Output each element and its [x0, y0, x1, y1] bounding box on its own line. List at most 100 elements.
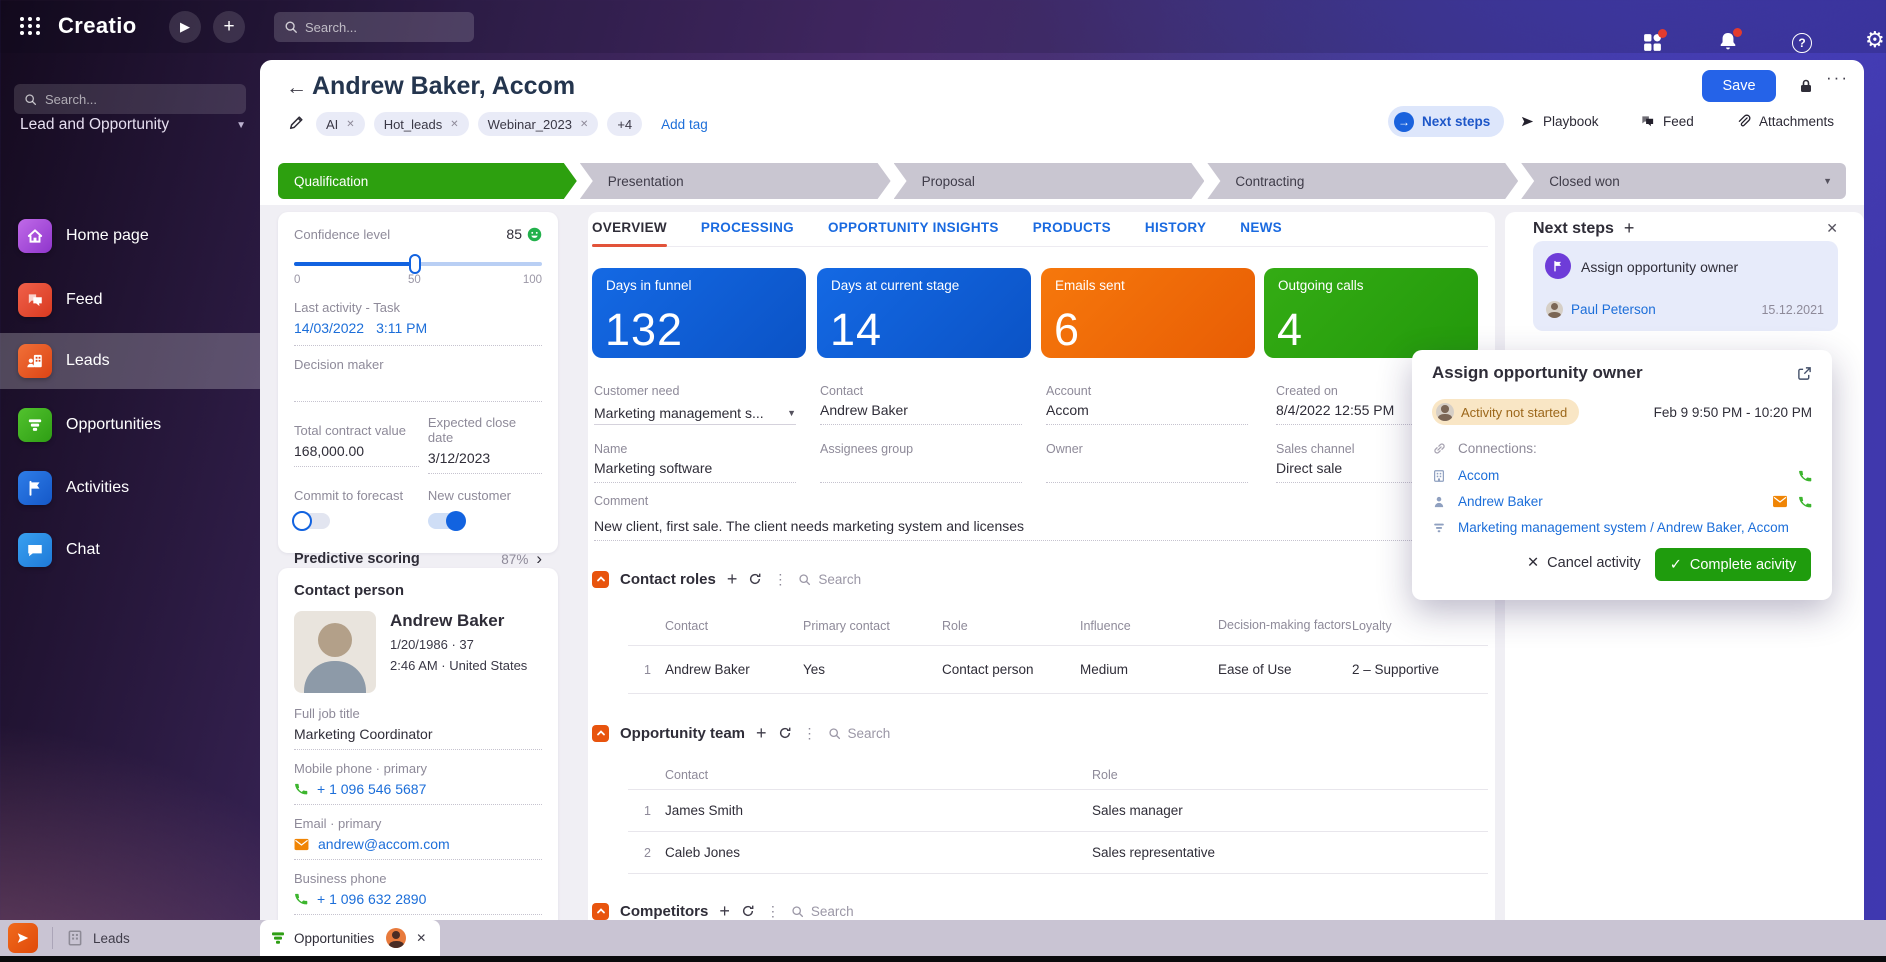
sidebar-item-activities[interactable]: Activities: [0, 462, 260, 514]
phone-icon[interactable]: [1798, 469, 1812, 483]
next-steps-toggle[interactable]: → Next steps: [1388, 106, 1504, 137]
add-icon[interactable]: +: [727, 570, 738, 588]
add-step-icon[interactable]: +: [1624, 218, 1635, 239]
account-connection-link[interactable]: Accom: [1458, 468, 1499, 483]
commit-forecast-toggle[interactable]: [294, 513, 330, 529]
next-step-card[interactable]: Assign opportunity owner Paul Peterson 1…: [1533, 241, 1838, 331]
stage-proposal[interactable]: Proposal: [894, 163, 1205, 199]
play-button[interactable]: ▶: [169, 11, 201, 43]
table-row[interactable]: 2 Caleb Jones Sales representative: [628, 832, 1488, 874]
sidebar-item-home[interactable]: Home page: [0, 210, 260, 262]
close-icon[interactable]: ✕: [416, 931, 426, 945]
tag-chip[interactable]: Webinar_2023✕: [478, 112, 599, 136]
last-activity-date-link[interactable]: 14/03/2022: [294, 320, 364, 336]
section-search[interactable]: Search: [791, 904, 854, 919]
tab-news[interactable]: NEWS: [1240, 220, 1282, 237]
add-tag-link[interactable]: Add tag: [661, 117, 708, 132]
save-button[interactable]: Save: [1702, 70, 1776, 102]
email-link[interactable]: andrew@accom.com: [318, 836, 450, 852]
tag-chip[interactable]: Hot_leads✕: [374, 112, 469, 136]
tag-chip[interactable]: AI✕: [316, 112, 365, 136]
global-search-input[interactable]: [305, 20, 481, 35]
tab-processing[interactable]: PROCESSING: [701, 220, 794, 237]
kebab-menu-icon[interactable]: ⋮: [803, 725, 817, 742]
business-phone-link[interactable]: + 1 096 632 2890: [317, 891, 426, 907]
lock-icon[interactable]: [1798, 78, 1814, 94]
stage-contracting[interactable]: Contracting: [1207, 163, 1518, 199]
opportunity-connection-link[interactable]: Marketing management system / Andrew Bak…: [1458, 520, 1789, 535]
step-owner-link[interactable]: Paul Peterson: [1571, 302, 1656, 317]
workspace-selector[interactable]: Lead and Opportunity ▼: [20, 116, 246, 134]
predictive-scoring-row[interactable]: Predictive scoring 87% ›: [294, 549, 542, 569]
new-customer-toggle[interactable]: [428, 513, 464, 529]
refresh-icon[interactable]: [778, 726, 792, 740]
sidebar-search[interactable]: [14, 84, 246, 114]
settings-gear-icon[interactable]: ⚙: [1865, 27, 1885, 53]
envelope-icon[interactable]: [1772, 495, 1788, 508]
taskbar-tab-leads[interactable]: Leads: [66, 920, 130, 956]
account-link[interactable]: Accom: [1046, 402, 1248, 425]
assignees-group-value[interactable]: [820, 460, 1022, 483]
tab-overview[interactable]: OVERVIEW: [592, 220, 667, 237]
last-activity-time-link[interactable]: 3:11 PM: [376, 320, 427, 336]
kebab-menu-icon[interactable]: ⋮: [773, 571, 787, 588]
section-search[interactable]: Search: [798, 572, 861, 587]
cancel-activity-button[interactable]: ✕ Cancel activity: [1527, 555, 1641, 571]
sidebar-item-chat[interactable]: Chat: [0, 524, 260, 576]
add-icon[interactable]: +: [719, 902, 730, 920]
add-button[interactable]: +: [213, 11, 245, 43]
collapse-icon[interactable]: [592, 903, 609, 920]
job-title-value[interactable]: Marketing Coordinator: [294, 726, 542, 750]
open-external-icon[interactable]: [1797, 366, 1812, 381]
attachments-button[interactable]: Attachments: [1736, 114, 1834, 129]
refresh-icon[interactable]: [741, 904, 755, 918]
playbook-button[interactable]: Playbook: [1520, 114, 1599, 129]
notifications-icon[interactable]: [1718, 31, 1738, 52]
contact-link[interactable]: Andrew Baker: [665, 662, 803, 677]
marketplace-apps-icon[interactable]: [1642, 32, 1663, 53]
tab-opportunity-insights[interactable]: OPPORTUNITY INSIGHTS: [828, 220, 999, 237]
tab-products[interactable]: PRODUCTS: [1033, 220, 1111, 237]
decision-maker-field[interactable]: [294, 372, 542, 402]
comment-value[interactable]: New client, first sale. The client needs…: [594, 518, 1484, 541]
close-icon[interactable]: ✕: [1826, 220, 1838, 237]
refresh-icon[interactable]: [748, 572, 762, 586]
complete-activity-button[interactable]: ✓ Complete acivity: [1655, 548, 1811, 581]
contact-link[interactable]: Andrew Baker: [820, 402, 1022, 425]
confidence-slider[interactable]: [294, 254, 542, 274]
remove-tag-icon[interactable]: ✕: [346, 119, 354, 130]
collapse-icon[interactable]: [592, 725, 609, 742]
name-value[interactable]: Marketing software: [594, 460, 796, 483]
stage-closed-won[interactable]: Closed won ▼: [1521, 163, 1846, 199]
taskbar-tab-opportunities[interactable]: Opportunities ✕: [260, 920, 440, 956]
contact-photo[interactable]: [294, 611, 376, 693]
sidebar-search-input[interactable]: [45, 92, 236, 107]
app-launcher-icon[interactable]: [20, 17, 41, 35]
back-arrow-icon[interactable]: ←: [286, 76, 307, 100]
mobile-phone-link[interactable]: + 1 096 546 5687: [317, 781, 426, 797]
sidebar-item-leads[interactable]: Leads: [0, 333, 260, 389]
section-search[interactable]: Search: [828, 726, 891, 741]
kebab-menu-icon[interactable]: ⋮: [766, 903, 780, 920]
help-icon[interactable]: ?: [1792, 33, 1812, 53]
close-date[interactable]: 3/12/2023: [428, 450, 542, 474]
contact-link[interactable]: Caleb Jones: [665, 845, 1092, 860]
customer-need-select[interactable]: Marketing management s... ▼: [594, 402, 796, 425]
more-tags-chip[interactable]: +4: [607, 112, 642, 136]
add-icon[interactable]: +: [756, 724, 767, 742]
phone-icon[interactable]: [1798, 495, 1812, 509]
total-value[interactable]: 168,000.00: [294, 443, 419, 467]
more-actions-icon[interactable]: ···: [1826, 68, 1849, 88]
sidebar-item-opportunities[interactable]: Opportunities: [0, 399, 260, 451]
contact-connection-link[interactable]: Andrew Baker: [1458, 494, 1543, 509]
table-row[interactable]: 1 James Smith Sales manager: [628, 790, 1488, 832]
slider-handle[interactable]: [409, 254, 421, 274]
remove-tag-icon[interactable]: ✕: [580, 119, 588, 130]
table-row[interactable]: 1 Andrew Baker Yes Contact person Medium…: [628, 646, 1488, 694]
remove-tag-icon[interactable]: ✕: [450, 119, 458, 130]
status-badge[interactable]: Activity not started: [1432, 399, 1579, 425]
sidebar-item-feed[interactable]: Feed: [0, 274, 260, 326]
owner-value[interactable]: [1046, 460, 1248, 483]
contact-link[interactable]: James Smith: [665, 803, 1092, 818]
tab-history[interactable]: HISTORY: [1145, 220, 1206, 237]
